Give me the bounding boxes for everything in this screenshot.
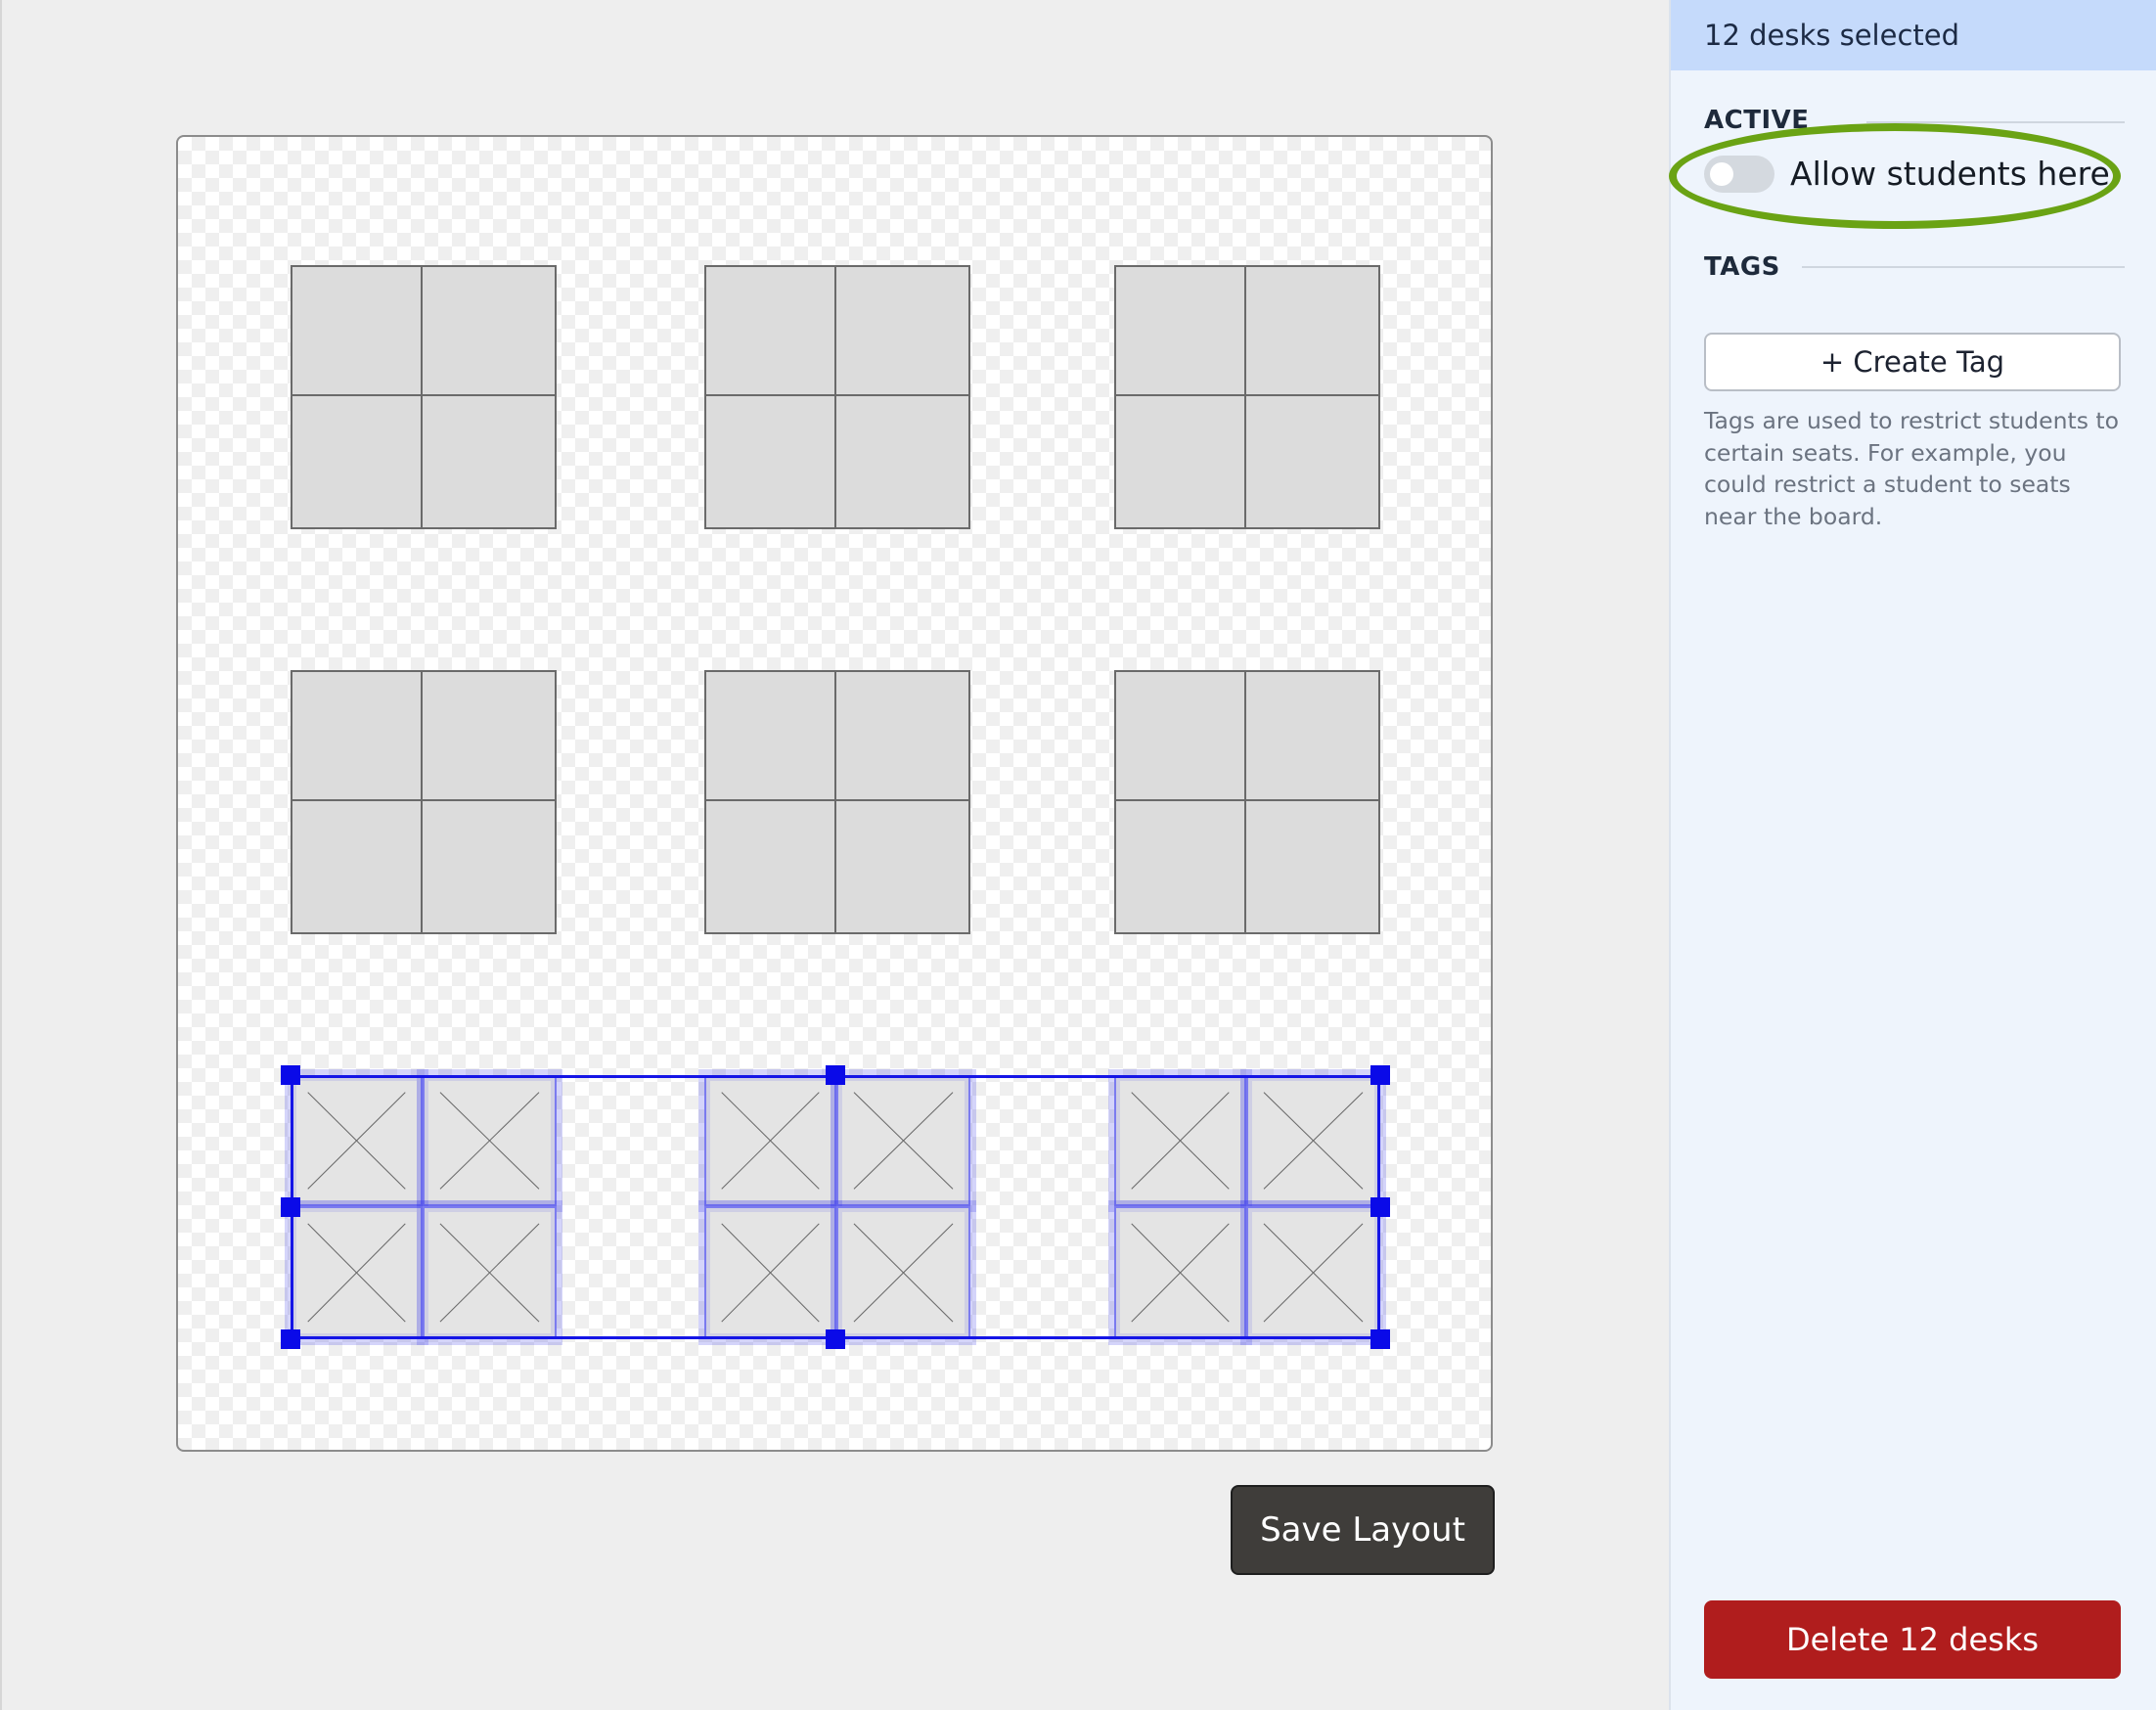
selection-count-text: 12 desks selected <box>1704 19 1960 52</box>
active-section-title: ACTIVE <box>1704 106 1810 135</box>
desk-seat[interactable] <box>704 670 836 801</box>
desk-seat[interactable] <box>423 396 557 529</box>
desk-seat[interactable] <box>291 670 423 801</box>
resize-handle-middle-right[interactable] <box>1370 1197 1390 1217</box>
selection-count-header: 12 desks selected <box>1671 0 2156 70</box>
desk-seat[interactable] <box>836 396 970 529</box>
allow-students-toggle[interactable] <box>1704 155 1774 193</box>
desk-group[interactable] <box>1114 265 1380 529</box>
active-section-divider <box>1866 121 2125 123</box>
desk-seat[interactable] <box>1114 801 1246 934</box>
resize-handle-top-center[interactable] <box>826 1065 845 1085</box>
desk-seat[interactable] <box>423 265 557 396</box>
desk-group[interactable] <box>704 670 970 934</box>
desk-group[interactable] <box>291 670 557 934</box>
resize-handle-top-left[interactable] <box>281 1065 300 1085</box>
desk-group[interactable] <box>1114 670 1380 934</box>
desk-seat[interactable] <box>836 801 970 934</box>
desk-seat[interactable] <box>836 265 970 396</box>
create-tag-button[interactable]: + Create Tag <box>1704 333 2121 391</box>
selection-box[interactable] <box>291 1075 1380 1339</box>
resize-handle-bottom-left[interactable] <box>281 1329 300 1349</box>
desk-seat[interactable] <box>1246 670 1380 801</box>
save-layout-button[interactable]: Save Layout <box>1231 1485 1495 1575</box>
desk-seat[interactable] <box>291 265 423 396</box>
desk-seat[interactable] <box>291 801 423 934</box>
resize-handle-bottom-right[interactable] <box>1370 1329 1390 1349</box>
desk-seat[interactable] <box>704 265 836 396</box>
properties-sidebar: 12 desks selected ACTIVE Allow students … <box>1669 0 2156 1710</box>
allow-students-label[interactable]: Allow students here <box>1790 155 2110 193</box>
desk-group[interactable] <box>291 265 557 529</box>
tags-section-divider <box>1802 266 2125 268</box>
desk-seat[interactable] <box>1246 265 1380 396</box>
desk-seat[interactable] <box>836 670 970 801</box>
tags-help-text: Tags are used to restrict students to ce… <box>1704 407 2120 530</box>
desk-seat[interactable] <box>704 396 836 529</box>
tags-section-title: TAGS <box>1704 252 1780 282</box>
classroom-layout-canvas[interactable] <box>176 135 1493 1452</box>
desk-seat[interactable] <box>704 801 836 934</box>
resize-handle-middle-left[interactable] <box>281 1197 300 1217</box>
resize-handle-top-right[interactable] <box>1370 1065 1390 1085</box>
desk-seat[interactable] <box>291 396 423 529</box>
desk-seat[interactable] <box>1246 396 1380 529</box>
desk-seat[interactable] <box>423 670 557 801</box>
resize-handle-bottom-center[interactable] <box>826 1329 845 1349</box>
delete-desks-button[interactable]: Delete 12 desks <box>1704 1600 2121 1679</box>
desk-seat[interactable] <box>423 801 557 934</box>
window-edge <box>0 0 2 1710</box>
desk-seat[interactable] <box>1114 265 1246 396</box>
desk-group[interactable] <box>704 265 970 529</box>
desk-seat[interactable] <box>1114 396 1246 529</box>
allow-students-toggle-row[interactable]: Allow students here <box>1704 155 2110 193</box>
desk-seat[interactable] <box>1246 801 1380 934</box>
toggle-knob <box>1710 161 1733 186</box>
desk-seat[interactable] <box>1114 670 1246 801</box>
